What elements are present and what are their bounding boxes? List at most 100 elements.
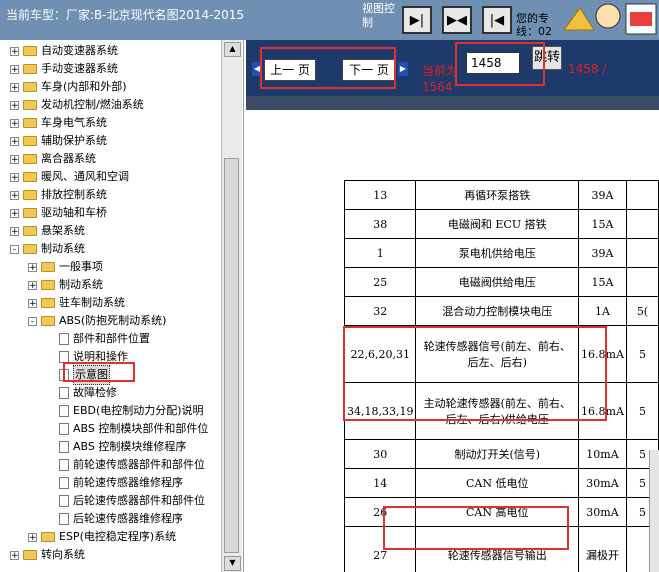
tree-item[interactable]: + 排放控制系统	[10, 186, 107, 204]
expand-icon[interactable]: +	[28, 280, 37, 290]
tree-item-label: EBD(电控制动力分配)说明	[73, 404, 204, 417]
collapse-icon[interactable]: -	[10, 244, 19, 254]
viewer-top-band	[246, 96, 659, 110]
view-button-left[interactable]: |◀	[482, 6, 512, 34]
tree-item[interactable]: 前轮速传感器维修程序	[46, 474, 183, 492]
scroll-thumb[interactable]	[224, 158, 239, 553]
table-cell: CAN 高电位	[415, 497, 580, 527]
tree-item[interactable]: + 发动机控制/燃油系统	[10, 96, 144, 114]
folder-icon	[23, 46, 37, 56]
tree-item[interactable]: + 驻车制动系统	[28, 294, 125, 312]
expand-icon[interactable]: +	[28, 262, 37, 272]
document-icon	[59, 495, 69, 507]
table-row: 27 轮速传感器信号输出 漏极开	[343, 526, 659, 572]
table-cell: 轮速传感器信号(前左、前右、后左、后右)	[415, 325, 580, 383]
expand-icon[interactable]: +	[10, 550, 19, 560]
expand-icon[interactable]: +	[10, 172, 19, 182]
tree-item[interactable]: 部件和部件位置	[46, 330, 150, 348]
tree-item-label: 故障检修	[73, 386, 117, 399]
tree-item[interactable]: - ABS(防抱死制动系统)	[28, 312, 166, 330]
collapse-icon[interactable]: -	[28, 316, 37, 326]
table-cell	[625, 209, 659, 239]
tree-item[interactable]: 说明和操作	[46, 348, 128, 366]
tree-item[interactable]: + 暖风、通风和空调	[10, 168, 129, 186]
tree-item[interactable]: EBD(电控制动力分配)说明	[46, 402, 204, 420]
folder-icon	[23, 136, 37, 146]
tree-item[interactable]: 示意图	[46, 365, 110, 385]
expand-icon[interactable]: +	[10, 136, 19, 146]
table-cell	[625, 238, 659, 268]
expand-icon[interactable]: +	[28, 298, 37, 308]
car-model-title: 当前车型：厂家:B-北京现代名图2014-2015	[6, 8, 245, 22]
table-row: 32 混合动力控制模块电压 1A 5(	[343, 296, 659, 326]
tree-item[interactable]: + 辅助保护系统	[10, 132, 107, 150]
next-arrow-icon[interactable]: ▶	[398, 62, 408, 76]
table-cell: 38	[343, 209, 417, 239]
table-cell: CAN 低电位	[415, 468, 580, 498]
expand-icon[interactable]: +	[10, 226, 19, 236]
tree-item-label: 自动变速器系统	[41, 44, 118, 57]
table-cell: 5	[625, 325, 659, 383]
tree-item[interactable]: ABS 控制模块维修程序	[46, 438, 186, 456]
prev-arrow-icon[interactable]: ◀	[252, 62, 262, 76]
tree-item[interactable]: + 驱动轴和车桥	[10, 204, 107, 222]
view-button-right[interactable]: ▶|	[402, 6, 432, 34]
tree-item[interactable]: + 悬架系统	[10, 222, 85, 240]
expand-icon[interactable]: +	[28, 532, 37, 542]
folder-icon	[23, 154, 37, 164]
view-control-label: 视图控制	[362, 2, 395, 29]
tree-item[interactable]: 前轮速传感器部件和部件位	[46, 456, 205, 474]
tree-item[interactable]: + 车身(内部和外部)	[10, 78, 127, 96]
scroll-down-arrow-icon[interactable]: ▼	[224, 556, 241, 571]
top-bar: 当前车型：厂家:B-北京现代名图2014-2015 视图控制 ▶| ▶◀ |◀ …	[0, 0, 659, 40]
tree-item[interactable]: 后轮速传感器部件和部件位	[46, 492, 205, 510]
tree-item[interactable]: + ESP(电控稳定程序)系统	[28, 528, 176, 546]
folder-icon	[23, 100, 37, 110]
viewer-scrollbar[interactable]	[649, 450, 659, 572]
page-number-input[interactable]	[466, 52, 520, 74]
jump-button[interactable]: 跳转	[532, 46, 562, 70]
expand-icon[interactable]: +	[10, 118, 19, 128]
tree-item-label: 驻车制动系统	[59, 296, 125, 309]
prev-page-button[interactable]: 上一 页	[264, 59, 316, 81]
next-page-button[interactable]: 下一 页	[342, 59, 396, 81]
expand-icon[interactable]: +	[10, 100, 19, 110]
tree-item[interactable]: - 制动系统	[10, 240, 85, 258]
table-cell: 泵电机供给电压	[415, 238, 580, 268]
tree-item-label: 后轮速传感器部件和部件位	[73, 494, 205, 507]
tree-item[interactable]: 后轮速传感器维修程序	[46, 510, 183, 528]
page-total-label: 1458 /	[568, 62, 607, 76]
table-cell: 混合动力控制模块电压	[415, 296, 580, 326]
tree-item[interactable]: + 转向系统	[10, 546, 85, 564]
scroll-up-arrow-icon[interactable]: ▲	[224, 42, 241, 57]
tree-item-label: 暖风、通风和空调	[41, 170, 129, 183]
table-cell: 16.8mA	[578, 325, 627, 383]
tree-item[interactable]: + 一般事项	[28, 258, 103, 276]
sidebar-scrollbar[interactable]: ▲ ▼	[221, 40, 242, 572]
table-cell: 10mA	[578, 439, 627, 469]
expand-icon[interactable]: +	[10, 46, 19, 56]
pin-table: 13 再循环泵搭铁 39A 38 电磁阀和 ECU 搭铁 15A 1 泵电机供给电压 39A 25…	[343, 180, 659, 572]
table-cell	[625, 180, 659, 210]
table-cell: 39A	[578, 238, 627, 268]
expand-icon[interactable]: +	[10, 190, 19, 200]
tree-item-label: 前轮速传感器维修程序	[73, 476, 183, 489]
expand-icon[interactable]: +	[10, 154, 19, 164]
tree-item[interactable]: 故障检修	[46, 384, 117, 402]
document-icon	[59, 369, 69, 381]
expand-icon[interactable]: +	[10, 208, 19, 218]
tree-item[interactable]: + 车身电气系统	[10, 114, 107, 132]
expand-icon[interactable]: +	[10, 64, 19, 74]
expand-icon[interactable]: +	[10, 82, 19, 92]
view-button-split[interactable]: ▶◀	[442, 6, 472, 34]
table-cell: 22,6,20,31	[343, 325, 417, 383]
tree-item-label: ESP(电控稳定程序)系统	[59, 530, 177, 543]
tree-item[interactable]: + 离合器系统	[10, 150, 96, 168]
document-icon	[59, 351, 69, 363]
tree-item[interactable]: + 制动系统	[28, 276, 103, 294]
tree-item[interactable]: + 手动变速器系统	[10, 60, 118, 78]
tree-item-label: 发动机控制/燃油系统	[41, 98, 144, 111]
folder-icon	[23, 82, 37, 92]
tree-item[interactable]: ABS 控制模块部件和部件位	[46, 420, 208, 438]
tree-item[interactable]: + 自动变速器系统	[10, 42, 118, 60]
